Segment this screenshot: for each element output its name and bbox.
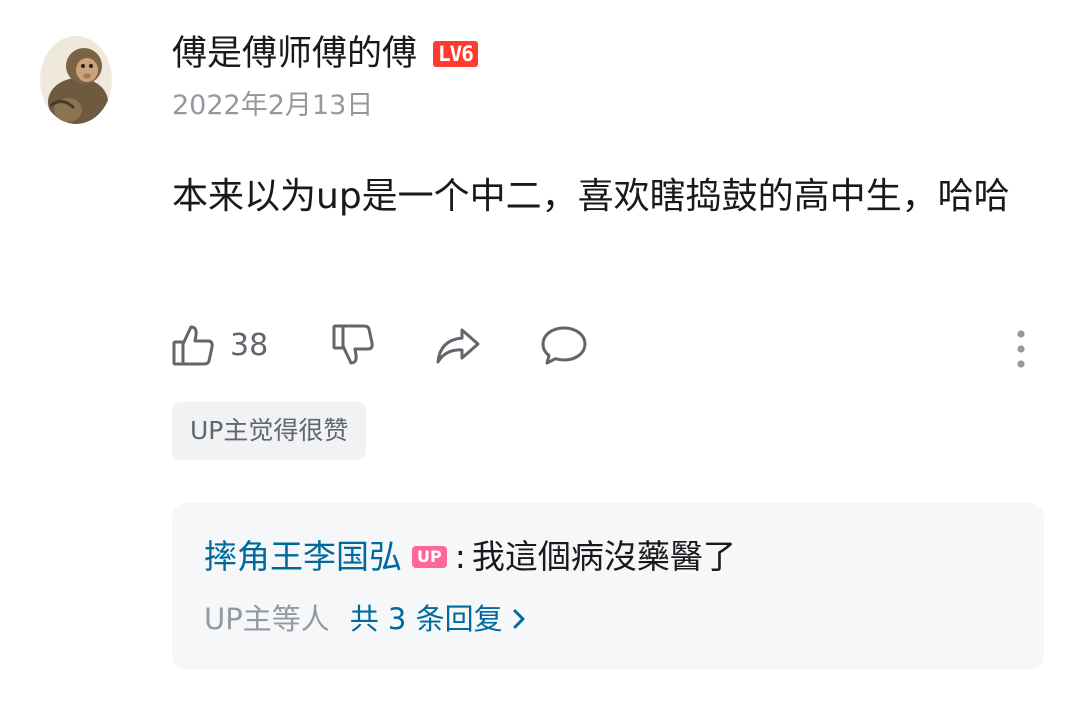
reply-summary[interactable]: UP主等人 共 3 条回复 [204,597,527,641]
comment-card: 傅是傅师傅的傅 LV6 2022年2月13日 本来以为up是一个中二，喜欢瞎捣鼓… [0,0,1080,716]
dislike-button[interactable] [330,322,376,368]
reply-summary-who: UP主等人 [204,602,330,636]
thumbs-down-icon [332,324,374,365]
reply-button[interactable] [540,322,588,368]
level-badge: LV6 [433,41,478,67]
monkey-avatar-icon [40,36,112,124]
username[interactable]: 傅是傅师傅的傅 [172,30,417,78]
reply-line: 摔角王李国弘 UP : 我這個病沒藥醫了 [204,533,736,581]
share-button[interactable] [434,322,482,368]
reply-count-link[interactable]: 共 3 条回复 [350,597,503,641]
reply-text: 我這個病沒藥醫了 [471,537,736,576]
like-button[interactable]: 38 [170,322,268,368]
more-vertical-icon [1017,330,1025,368]
action-bar: 38 [170,322,1040,378]
like-count: 38 [230,327,269,363]
thumbs-up-icon [172,325,214,366]
up-badge: UP [412,546,447,568]
share-icon [436,328,480,364]
comment-date: 2022年2月13日 [172,90,374,121]
reply-author[interactable]: 摔角王李国弘 [204,533,402,581]
comment-text: 本来以为up是一个中二，喜欢瞎捣鼓的高中生，哈哈 [172,176,1010,217]
comment-bubble-icon [541,326,587,365]
username-row: 傅是傅师傅的傅 LV6 [172,30,478,78]
chevron-right-icon [513,609,525,629]
user-avatar[interactable] [40,36,112,124]
reply-separator: : [454,537,466,576]
reply-preview[interactable]: 摔角王李国弘 UP : 我這個病沒藥醫了 UP主等人 共 3 条回复 [172,503,1044,669]
more-button[interactable] [1010,322,1032,374]
up-liked-tag: UP主觉得很赞 [172,402,367,460]
